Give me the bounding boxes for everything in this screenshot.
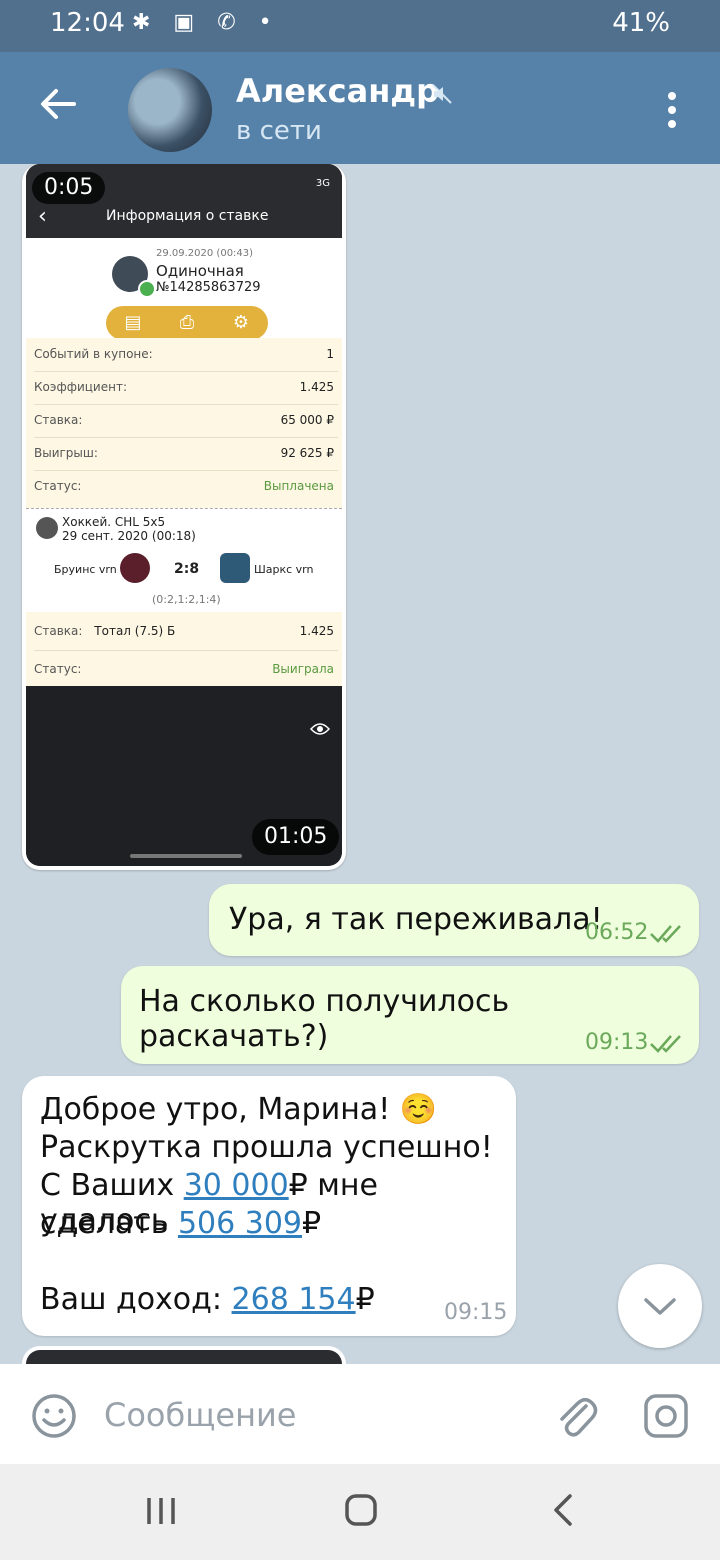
message-line: Доброе утро, Марина! ☺️ [40,1092,438,1127]
detail-value: Выиграла [272,662,334,676]
message-time: 06:52 [585,920,649,945]
message-text: Ура, я так переживала! [229,902,603,937]
notification-icons: ✱ ▣ ✆ • [132,10,280,35]
video-message[interactable]: ‹ Информация о ставке 3G 0:05 29.09.2020… [22,164,346,870]
message-line: Ваш доход: 268 154₽ [40,1282,375,1317]
video-home-indicator [130,854,242,858]
check-icon [138,280,156,298]
message-input-bar: Сообщение [0,1364,720,1464]
chat-header: Александр в сети [0,52,720,164]
detail-label: Выигрыш: [34,446,98,460]
read-ticks-icon [650,1035,681,1053]
bet-number: №14285863729 [156,280,261,295]
detail-row: Ставка: Тотал (7.5) Б 1.425 [34,612,338,651]
detail-label: Статус: [34,479,82,493]
video-dark-area: 01:05 [26,686,342,866]
event-date: 29 сент. 2020 (00:18) [62,529,196,543]
emoji-icon[interactable] [30,1392,78,1440]
event-sport: Хоккей. CHL 5x5 [62,515,166,529]
detail-label: Ставка: [34,624,83,638]
detail-value: 1.425 [299,380,334,394]
message-input[interactable]: Сообщение [104,1396,296,1434]
message-text: Ваш доход: [40,1282,232,1317]
detail-row: Коэффициент: 1.425 [34,371,338,405]
battery-level: 41% [612,8,670,38]
team-home: Бруинс vrn [54,563,117,576]
contact-name[interactable]: Александр [236,72,439,110]
bet-outcome: Ставка: Тотал (7.5) Б 1.425 Статус: Выиг… [26,612,342,688]
detail-value: 92 625 ₽ [280,446,334,460]
bet-details: Событий в купоне: 1 Коэффициент: 1.425 С… [26,338,342,508]
amount-link[interactable]: 30 000 [184,1168,289,1203]
status-bar: 12:04 ✱ ▣ ✆ • 41% [0,0,720,52]
detail-label: Ставка: [34,413,83,427]
detail-row: Событий в купоне: 1 [34,338,338,372]
detail-market: Тотал (7.5) Б [94,624,176,638]
message-text: сделать [40,1206,178,1241]
team-away: Шаркс vrn [254,563,314,576]
back-arrow-icon[interactable] [34,80,82,128]
message-line: Раскрутка прошла успешно! [40,1130,493,1165]
amount-link[interactable]: 506 309 [178,1206,302,1241]
team-away-logo [220,553,250,583]
system-nav-bar [0,1464,720,1560]
video-duration-total: 01:05 [252,819,340,855]
recent-apps-icon[interactable] [144,1494,178,1528]
bet-receipt: 29.09.2020 (00:43) Одиночная №1428586372… [26,238,342,688]
video-frame: ‹ Информация о ставке 3G 0:05 29.09.2020… [26,164,342,866]
outgoing-message[interactable]: Ура, я так переживала! 06:52 [209,884,699,956]
message-line: сделать 506 309₽ [40,1206,321,1241]
contact-status: в сети [236,116,322,146]
detail-row: Ставка: 65 000 ₽ [34,404,338,438]
document-icon: ▤ [124,312,142,333]
video-app-title: Информация о ставке [106,208,269,224]
video-network-label: 3G [315,178,330,189]
detail-value: 65 000 ₽ [280,413,334,427]
event-score: 2:8 [174,561,200,577]
hockey-puck-icon [36,517,58,539]
read-ticks-icon [650,925,681,943]
detail-value: 1.425 [299,624,334,638]
print-icon: ⎙ [179,312,195,333]
status-time: 12:04 [50,8,125,38]
video-duration-elapsed: 0:05 [32,172,106,204]
scroll-down-button[interactable] [618,1264,702,1348]
chat-area: ‹ Информация о ставке 3G 0:05 29.09.2020… [0,164,720,1364]
detail-value: 1 [326,347,334,361]
receipt-toolbar: ▤ ⎙ ⚙ [106,306,268,340]
event-info: Хоккей. CHL 5x5 29 сент. 2020 (00:18) Бр… [26,508,342,615]
bet-date: 29.09.2020 (00:43) [156,248,254,259]
detail-value: Выплачена [263,479,334,493]
paperclip-icon[interactable] [552,1392,600,1440]
message-text: С Ваших [40,1168,184,1203]
detail-row: Статус: Выиграла [34,650,338,688]
message-time: 09:13 [585,1030,649,1055]
home-icon[interactable] [343,1492,379,1528]
detail-row: Выигрыш: 92 625 ₽ [34,437,338,471]
message-text: ₽ [302,1206,322,1241]
back-icon[interactable] [550,1492,576,1528]
detail-label: Статус: [34,662,82,676]
incoming-message[interactable]: Доброе утро, Марина! ☺️ Раскрутка прошла… [22,1076,516,1336]
eye-icon [310,723,330,735]
chevron-left-icon: ‹ [38,204,47,229]
muted-icon [432,84,452,104]
detail-label: Коэффициент: [34,380,127,394]
video-frame [26,1350,342,1364]
detail-label: Событий в купоне: [34,347,153,361]
team-home-logo [120,553,150,583]
avatar[interactable] [128,68,212,152]
outgoing-message[interactable]: На сколько получилось раскачать?) 09:13 [121,966,699,1064]
bet-type: Одиночная [156,262,244,280]
amount-link[interactable]: 268 154 [232,1282,356,1317]
camera-icon[interactable] [642,1392,690,1440]
detail-row: Статус: Выплачена [34,470,338,503]
more-menu-icon[interactable] [660,90,684,130]
message-text: ₽ [355,1282,375,1317]
chevron-down-icon [644,1298,676,1315]
gear-icon: ⚙ [232,312,250,333]
period-scores: (0:2,1:2,1:4) [152,593,221,606]
video-message-preview[interactable] [22,1346,346,1364]
message-time: 09:15 [444,1300,508,1325]
